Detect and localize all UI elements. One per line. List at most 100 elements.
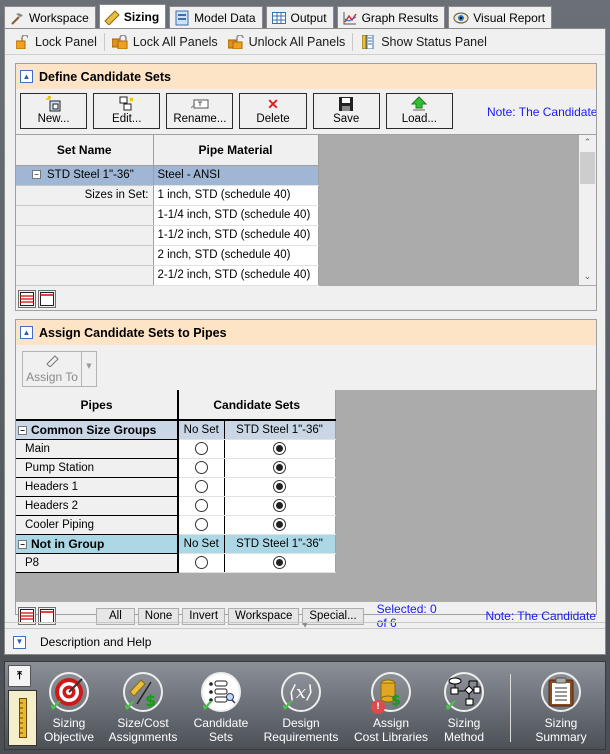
collapse-minus-icon[interactable]: − — [18, 426, 27, 436]
std-set-cell[interactable] — [224, 515, 336, 535]
std-set-radio[interactable] — [273, 518, 286, 531]
size-cell[interactable]: 1-1/4 inch, STD (schedule 40) — [153, 205, 319, 226]
group-name-cell[interactable]: − Common Size Groups — [16, 420, 179, 440]
no-set-radio[interactable] — [194, 518, 208, 531]
vertical-scrollbar[interactable]: ⌃ ⌄ — [579, 135, 596, 285]
no-set-header[interactable]: No Set — [178, 420, 225, 440]
ribbon-sizing-method[interactable]: ✔ Sizing Method — [420, 672, 508, 744]
collapse-minus-icon[interactable]: − — [18, 539, 27, 549]
std-set-cell[interactable] — [224, 439, 336, 459]
std-set-cell[interactable] — [224, 477, 336, 497]
pipe-row[interactable]: Headers 1 — [16, 477, 336, 497]
std-set-cell[interactable] — [224, 458, 336, 478]
pipe-row[interactable]: Headers 2 — [16, 496, 336, 516]
no-set-radio[interactable] — [194, 499, 208, 512]
collapse-up-icon[interactable]: ▲ — [20, 70, 33, 83]
group-name-cell[interactable]: − Not in Group — [16, 534, 179, 554]
pipe-row[interactable]: Main — [16, 439, 336, 459]
no-set-cell[interactable] — [178, 496, 225, 516]
col-header-pipe-material[interactable]: Pipe Material — [153, 135, 319, 166]
no-set-cell[interactable] — [178, 515, 225, 535]
col-header-pipes[interactable]: Pipes — [16, 390, 179, 421]
expand-down-icon[interactable]: ▼ — [13, 635, 26, 649]
no-set-radio[interactable] — [194, 480, 208, 493]
no-set-cell[interactable] — [178, 458, 225, 478]
collapse-all-icon[interactable] — [38, 290, 56, 308]
size-row[interactable]: 2 inch, STD (schedule 40) — [16, 245, 319, 266]
size-row[interactable]: 1-1/2 inch, STD (schedule 40) — [16, 225, 319, 246]
tab-graph-results[interactable]: Graph Results — [336, 6, 446, 28]
grid-expand-buttons — [18, 290, 58, 308]
ribbon-size-cost-assignments[interactable]: $ ✔ Size/Cost Assignments — [99, 672, 187, 744]
scroll-up-icon[interactable]: ⌃ — [579, 135, 596, 151]
std-set-radio[interactable] — [273, 442, 286, 455]
no-set-cell[interactable] — [178, 553, 225, 573]
no-set-radio[interactable] — [194, 556, 208, 569]
size-row[interactable]: Sizes in Set: 1 inch, STD (schedule 40) — [16, 185, 319, 206]
std-set-cell[interactable] — [224, 496, 336, 516]
tab-sizing[interactable]: Sizing — [98, 4, 167, 29]
no-set-header[interactable]: No Set — [178, 534, 225, 554]
pipe-row[interactable]: Pump Station — [16, 458, 336, 478]
lock-panel-button[interactable]: Lock Panel — [9, 31, 102, 53]
std-set-cell[interactable] — [224, 553, 336, 573]
pipe-row[interactable]: Cooler Piping — [16, 515, 336, 535]
load-button[interactable]: Load... — [385, 93, 453, 129]
pipe-material-cell[interactable]: Steel - ANSI — [153, 165, 319, 186]
new-button[interactable]: New... — [20, 93, 88, 129]
no-set-cell[interactable] — [178, 439, 225, 459]
group-row[interactable]: − Common Size Groups No Set STD Steel 1"-… — [16, 420, 336, 440]
no-set-radio[interactable] — [194, 461, 208, 474]
group-row[interactable]: − Not in Group No Set STD Steel 1"-36" — [16, 534, 336, 554]
unlock-all-label: Unlock All Panels — [248, 34, 346, 49]
ribbon-candidate-sets[interactable]: ✔ Candidate Sets — [177, 672, 265, 744]
std-set-radio[interactable] — [273, 480, 286, 493]
col-header-candidate-sets[interactable]: Candidate Sets — [178, 390, 336, 421]
scroll-thumb[interactable] — [580, 152, 595, 184]
std-set-radio[interactable] — [273, 461, 286, 474]
tab-visual-report[interactable]: Visual Report — [448, 6, 553, 28]
tab-model-data[interactable]: Model Data — [169, 6, 263, 28]
ribbon-design-requirements[interactable]: ⟨x⟩ ✔ Design Requirements — [257, 672, 345, 744]
lock-all-panels-button[interactable]: Lock All Panels — [107, 31, 223, 53]
set-name-cell[interactable]: − STD Steel 1"-36" — [16, 165, 154, 186]
no-set-radio[interactable] — [194, 442, 208, 455]
std-set-radio[interactable] — [273, 556, 286, 569]
check-icon: ✔ — [281, 696, 295, 715]
pipe-name: Cooler Piping — [16, 515, 179, 535]
panel-splitter[interactable]: ▼ — [5, 622, 605, 629]
std-set-radio[interactable] — [273, 499, 286, 512]
set-row[interactable]: − STD Steel 1"-36" Steel - ANSI — [16, 165, 319, 186]
assign-to-button[interactable]: Assign To ▼ — [22, 351, 97, 387]
show-status-panel-button[interactable]: Show Status Panel — [355, 31, 492, 53]
assign-to-main[interactable]: Assign To — [23, 352, 82, 386]
collapse-minus-icon[interactable]: − — [32, 170, 41, 180]
tab-workspace[interactable]: Workspace — [4, 6, 96, 28]
scroll-down-icon[interactable]: ⌄ — [579, 269, 596, 285]
rename-button[interactable]: Rename... — [166, 93, 234, 129]
description-help-bar[interactable]: ▼ Description and Help — [5, 630, 605, 654]
size-cell[interactable]: 1-1/2 inch, STD (schedule 40) — [153, 225, 319, 246]
edit-button[interactable]: Edit... — [93, 93, 161, 129]
std-set-header[interactable]: STD Steel 1"-36" — [224, 420, 336, 440]
check-icon: ✔ — [201, 696, 215, 715]
collapse-up-icon[interactable]: ▲ — [20, 326, 33, 339]
size-row[interactable]: 2-1/2 inch, STD (schedule 40) — [16, 265, 319, 286]
ribbon-label: Sizing Summary — [535, 716, 587, 744]
col-header-set-name[interactable]: Set Name — [16, 135, 154, 166]
size-cell[interactable]: 1 inch, STD (schedule 40) — [153, 185, 319, 206]
pipe-row[interactable]: P8 — [16, 553, 336, 573]
tab-output[interactable]: Output — [265, 6, 334, 28]
delete-button[interactable]: ✕ Delete — [239, 93, 307, 129]
unlock-all-panels-button[interactable]: Unlock All Panels — [223, 31, 351, 53]
std-set-header[interactable]: STD Steel 1"-36" — [224, 534, 336, 554]
no-set-cell[interactable] — [178, 477, 225, 497]
size-cell[interactable]: 2 inch, STD (schedule 40) — [153, 245, 319, 266]
expand-all-icon[interactable] — [18, 290, 36, 308]
assign-dropdown-arrow-icon[interactable]: ▼ — [82, 352, 96, 386]
size-cell[interactable]: 2-1/2 inch, STD (schedule 40) — [153, 265, 319, 286]
rename-label: Rename... — [173, 113, 227, 125]
ribbon-sizing-summary[interactable]: Sizing Summary — [517, 672, 605, 744]
size-row[interactable]: 1-1/4 inch, STD (schedule 40) — [16, 205, 319, 226]
save-button[interactable]: Save — [312, 93, 380, 129]
